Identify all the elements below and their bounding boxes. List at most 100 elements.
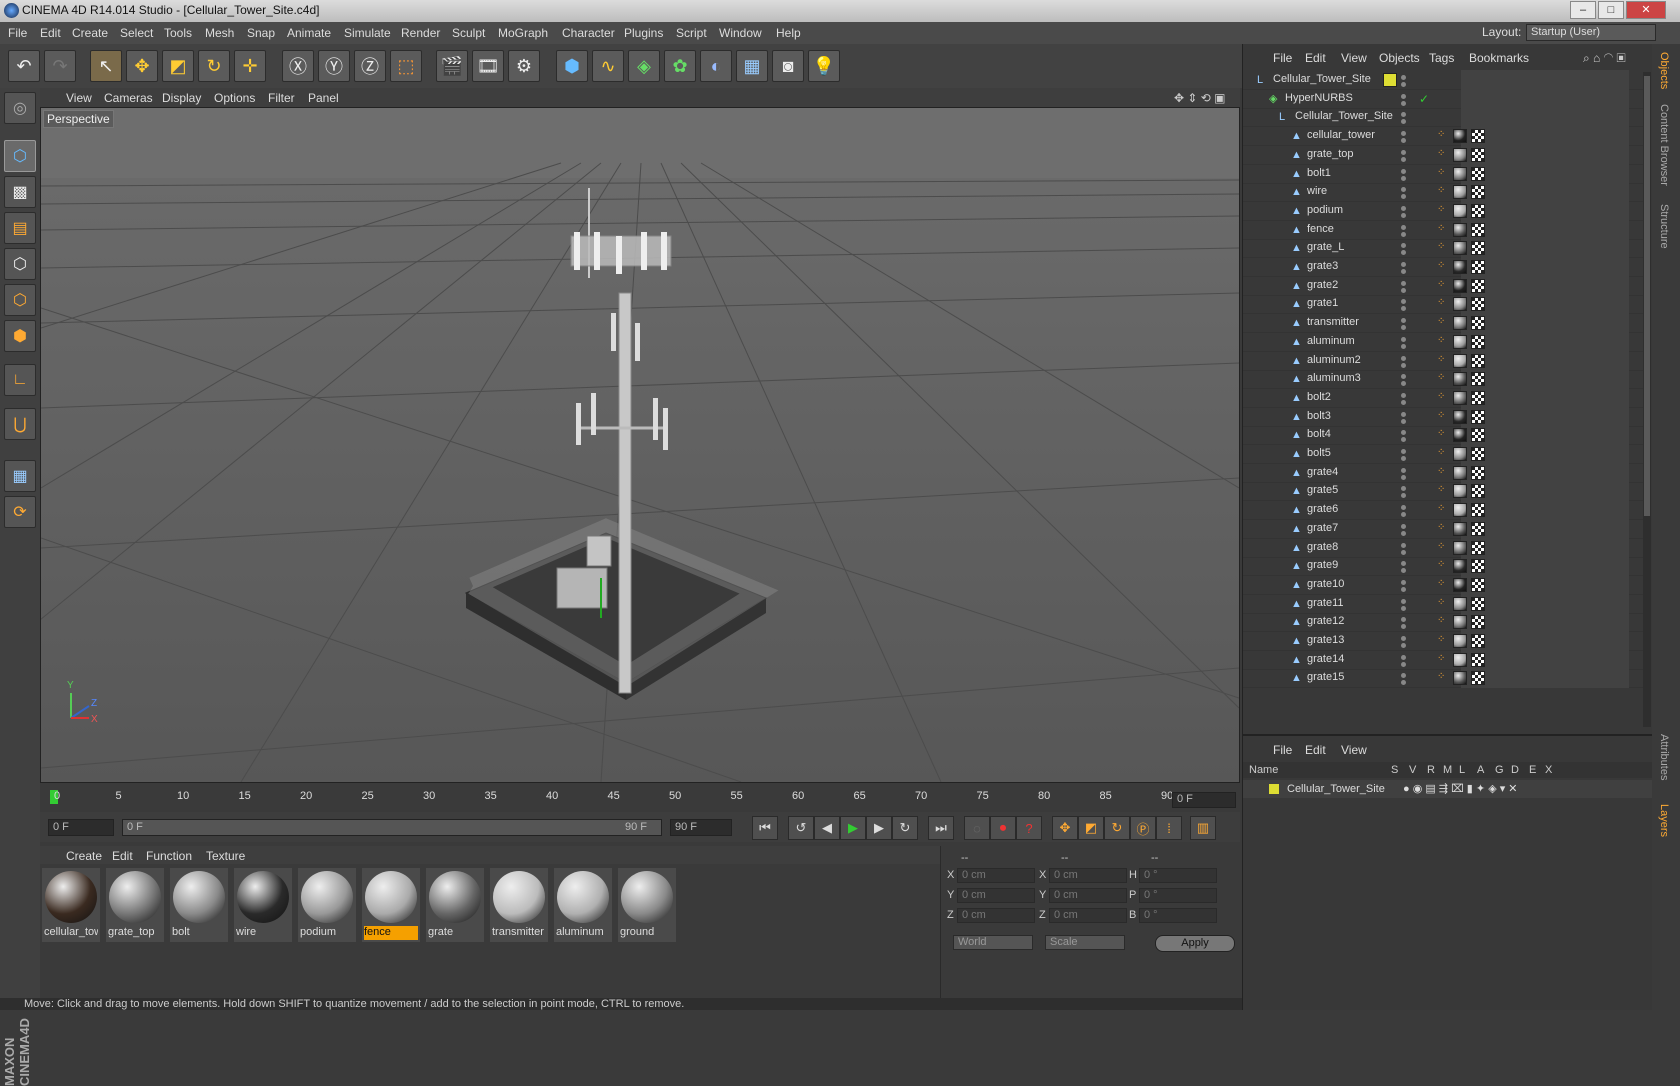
material-tag-icon[interactable] [1453, 447, 1467, 461]
coordinate-mode-select[interactable]: Scale [1045, 935, 1125, 950]
uvw-tag-icon[interactable] [1471, 409, 1485, 424]
editor-visibility-dot[interactable] [1401, 636, 1406, 641]
viewport-menu-cameras[interactable]: Cameras [104, 91, 153, 105]
start-frame-field[interactable]: 0 F [48, 819, 114, 836]
phong-tag-icon[interactable]: ⁘ [1437, 615, 1445, 626]
menu-snap[interactable]: Snap [247, 26, 275, 40]
render-visibility-dot[interactable] [1401, 474, 1406, 480]
object-name[interactable]: bolt5 [1307, 447, 1331, 459]
uvw-tag-icon[interactable] [1471, 316, 1485, 331]
object-name[interactable]: grate10 [1307, 578, 1344, 590]
material-tag-icon[interactable] [1453, 540, 1467, 555]
tab-objects[interactable]: Objects [1658, 52, 1670, 89]
editor-visibility-dot[interactable] [1401, 486, 1406, 492]
uvw-tag-icon[interactable] [1471, 615, 1485, 630]
layer-column-header[interactable]: L [1459, 764, 1465, 776]
viewport-menu-view[interactable]: View [66, 91, 92, 105]
object-name[interactable]: aluminum3 [1307, 372, 1361, 384]
render-visibility-dot[interactable] [1401, 549, 1406, 555]
object-name[interactable]: grate_top [1307, 148, 1353, 160]
material-tag-icon[interactable] [1453, 203, 1467, 218]
layer-column-header[interactable]: A [1477, 764, 1484, 776]
object-row[interactable]: ◈ HyperNURBS ✓ [1243, 88, 1643, 109]
object-row[interactable]: ▲ cellular_tower ⁘ [1243, 126, 1643, 147]
object-search-home-icons[interactable]: ⌕ ⌂ ◠ ▣ [1583, 51, 1626, 66]
render-visibility-dot[interactable] [1401, 530, 1406, 536]
object-menu-objects[interactable]: Objects [1379, 51, 1420, 65]
go-to-end-icon[interactable]: ⏭ [928, 816, 954, 840]
object-row[interactable]: ▲ grate13 ⁘ [1243, 631, 1643, 651]
viewport-menu-panel[interactable]: Panel [308, 91, 339, 105]
render-visibility-dot[interactable] [1401, 680, 1406, 686]
material-swatch[interactable]: cellular_tower [42, 868, 100, 942]
uvw-tag-icon[interactable] [1471, 390, 1485, 405]
object-name[interactable]: grate12 [1307, 615, 1344, 627]
editor-visibility-dot[interactable] [1401, 187, 1406, 193]
object-row[interactable]: ▲ grate3 ⁘ [1243, 257, 1643, 277]
phong-tag-icon[interactable]: ⁘ [1437, 410, 1445, 421]
render-picture-viewer-icon[interactable]: 🎞 [472, 50, 504, 82]
tab-attributes[interactable]: Attributes [1658, 734, 1670, 780]
phong-tag-icon[interactable]: ⁘ [1437, 503, 1445, 514]
object-row[interactable]: ▲ bolt1 ⁘ [1243, 163, 1643, 184]
render-visibility-dot[interactable] [1401, 325, 1406, 331]
phong-tag-icon[interactable]: ⁘ [1437, 260, 1445, 271]
phong-tag-icon[interactable]: ⁘ [1437, 391, 1445, 402]
editor-visibility-dot[interactable] [1401, 561, 1406, 567]
render-visibility-dot[interactable] [1401, 437, 1406, 443]
editor-visibility-dot[interactable] [1401, 467, 1406, 473]
x-axis-lock-icon[interactable]: Ⓧ [282, 50, 314, 82]
object-row[interactable]: ▲ grate15 ⁘ [1243, 668, 1643, 689]
minimize-button[interactable]: – [1570, 1, 1596, 19]
object-name[interactable]: grate1 [1307, 297, 1338, 309]
end-frame-field[interactable]: 90 F [670, 819, 732, 836]
object-name[interactable]: aluminum [1307, 335, 1355, 347]
scale-tool-icon[interactable]: ◩ [162, 50, 194, 82]
uvw-tag-icon[interactable] [1471, 166, 1485, 181]
editor-visibility-dot[interactable] [1401, 411, 1406, 417]
menu-render[interactable]: Render [401, 26, 440, 40]
editor-visibility-dot[interactable] [1401, 93, 1406, 99]
phong-tag-icon[interactable]: ⁘ [1437, 241, 1445, 252]
object-name[interactable]: fence [1307, 223, 1334, 235]
material-swatch[interactable]: fence [362, 868, 420, 942]
record-active-objects-icon[interactable]: ⏺ [990, 816, 1016, 840]
snap-magnet-icon[interactable]: ⋃ [4, 408, 36, 440]
phong-tag-icon[interactable]: ⁘ [1437, 428, 1445, 439]
phong-tag-icon[interactable]: ⁘ [1437, 223, 1445, 234]
coord-value-field[interactable]: 0 cm [1049, 888, 1127, 903]
editor-visibility-dot[interactable] [1401, 205, 1406, 211]
material-tag-icon[interactable] [1453, 596, 1467, 611]
menu-script[interactable]: Script [676, 26, 707, 40]
material-swatch[interactable]: aluminum [554, 868, 612, 942]
render-visibility-dot[interactable] [1401, 493, 1406, 499]
uvw-tag-icon[interactable] [1471, 465, 1485, 480]
object-row[interactable]: ▲ podium ⁘ [1243, 200, 1643, 221]
editor-visibility-dot[interactable] [1401, 598, 1406, 604]
points-mode-icon[interactable]: ⬡ [4, 248, 36, 280]
object-menu-view[interactable]: View [1341, 51, 1367, 65]
solo-mode-icon[interactable]: ⟳ [4, 496, 36, 528]
tab-structure[interactable]: Structure [1658, 204, 1670, 249]
render-view-icon[interactable]: 🎬 [436, 50, 468, 82]
material-swatch[interactable]: grate [426, 868, 484, 942]
uvw-tag-icon[interactable] [1471, 353, 1485, 368]
editor-visibility-dot[interactable] [1401, 654, 1406, 660]
rotate-tool-icon[interactable]: ↻ [198, 50, 230, 82]
render-visibility-dot[interactable] [1401, 362, 1406, 368]
layer-toggle-icons[interactable]: ● ◉ ▤ ⇶ ⌧ ▮ ✦ ◈ ▾ ✕ [1403, 782, 1518, 795]
material-tag-icon[interactable] [1453, 559, 1467, 574]
render-visibility-dot[interactable] [1401, 381, 1406, 387]
object-name[interactable]: grate14 [1307, 653, 1344, 665]
previous-frame-icon[interactable]: ◀ [814, 816, 840, 840]
render-visibility-dot[interactable] [1401, 343, 1406, 349]
cube-primitive-icon[interactable]: ⬢ [556, 50, 588, 82]
menu-animate[interactable]: Animate [287, 26, 331, 40]
material-swatch[interactable]: podium [298, 868, 356, 942]
material-swatch[interactable]: wire [234, 868, 292, 942]
object-row[interactable]: ▲ grate9 ⁘ [1243, 556, 1643, 577]
material-tag-icon[interactable] [1453, 484, 1467, 499]
workplane-mode-icon[interactable]: ▤ [4, 212, 36, 244]
uvw-tag-icon[interactable] [1471, 652, 1485, 667]
move-tool-icon[interactable]: ✥ [126, 50, 158, 82]
